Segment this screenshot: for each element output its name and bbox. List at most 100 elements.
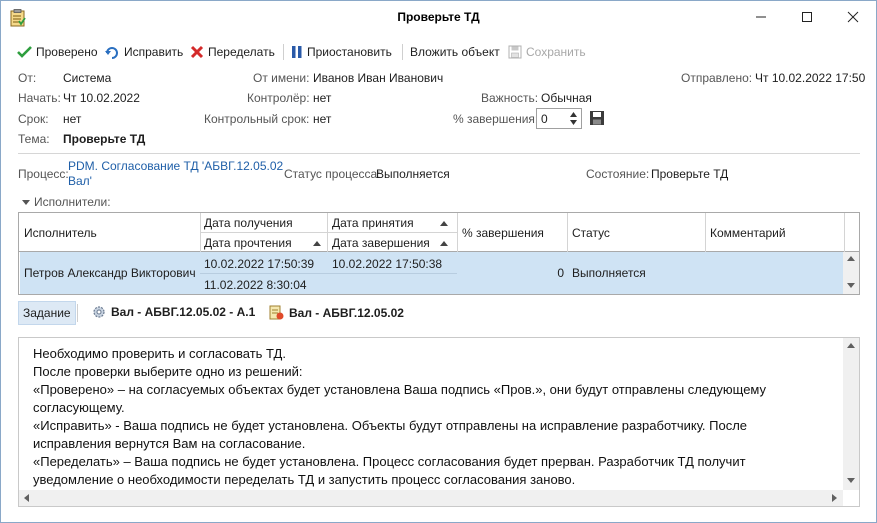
task-text-line: «Исправить» - Ваша подпись не будет уста… — [33, 418, 748, 433]
close-icon — [847, 11, 859, 23]
start-label: Начать: — [18, 91, 61, 105]
scroll-up-icon[interactable] — [847, 343, 855, 349]
process-status-label: Статус процесса: — [284, 167, 381, 181]
fix-label: Исправить — [124, 45, 184, 59]
start-value: Чт 10.02.2022 — [63, 91, 140, 105]
due-label: Срок: — [18, 112, 49, 126]
task-text-line: Необходимо проверить и согласовать ТД. — [33, 346, 286, 361]
title-bar: Проверьте ТД — [1, 1, 876, 33]
sent-label: Отправлено: — [681, 71, 753, 85]
header-received[interactable]: Дата получения — [204, 216, 293, 230]
minimize-icon — [756, 16, 766, 18]
tab-item2-label: Вал - АБВГ.12.05.02 — [289, 305, 404, 320]
task-text: Необходимо проверить и согласовать ТД. По… — [33, 345, 833, 489]
controller-value: нет — [313, 91, 332, 105]
sort-arrow-icon — [313, 241, 321, 246]
checked-button[interactable]: Проверено — [17, 42, 98, 62]
save-icon[interactable] — [589, 110, 605, 126]
from-label: От: — [18, 71, 37, 85]
importance-label: Важность: — [481, 91, 539, 105]
document-icon — [269, 305, 284, 320]
check-icon — [17, 46, 32, 58]
divider — [18, 153, 860, 154]
save-label: Сохранить — [526, 45, 586, 59]
pause-button[interactable]: Приостановить — [291, 42, 392, 62]
header-divider — [200, 232, 457, 233]
task-text-line: «Проверено» – на согласуемых объектах бу… — [33, 382, 767, 397]
sort-arrow-icon — [440, 221, 448, 226]
save-button[interactable]: Сохранить — [508, 42, 586, 62]
task-text-line: «Переделать» – Ваша подпись не будет уст… — [33, 454, 746, 469]
tab-item1[interactable]: Вал - АБВГ.12.05.02 - А.1 — [92, 305, 255, 319]
collapse-arrow-icon — [22, 200, 30, 205]
fix-button[interactable]: Исправить — [105, 42, 183, 62]
header-comment[interactable]: Комментарий — [710, 226, 786, 240]
tab-task[interactable]: Задание — [18, 301, 76, 325]
control-due-label: Контрольный срок: — [204, 112, 310, 126]
task-text-line: уведомление о необходимости переделать Т… — [33, 472, 576, 487]
tab-item1-label: Вал - АБВГ.12.05.02 - А.1 — [111, 305, 256, 319]
header-percent[interactable]: % завершения — [462, 226, 544, 240]
executors-section-label: Исполнители: — [34, 195, 111, 209]
header-completed[interactable]: Дата завершения — [332, 236, 430, 250]
controller-label: Контролёр: — [247, 91, 310, 105]
sent-value: Чт 10.02.2022 17:50 — [755, 71, 866, 85]
toolbar-separator — [283, 44, 284, 60]
executors-table: Исполнитель Дата получения Дата прочтени… — [18, 212, 860, 295]
process-state-label: Состояние: — [586, 167, 650, 181]
percent-stepper-value: 0 — [541, 112, 548, 126]
text-vertical-scrollbar[interactable] — [843, 338, 859, 490]
process-link[interactable]: PDM. Согласование ТД 'АБВГ.12.05.02 Вал' — [68, 159, 288, 189]
task-text-line: исправления вернутся Вам на согласование… — [33, 436, 306, 451]
subject-value: Проверьте ТД — [63, 132, 146, 146]
cell-read: 11.02.2022 8:30:04 — [204, 278, 307, 292]
close-button[interactable] — [830, 1, 876, 33]
header-executor[interactable]: Исполнитель — [24, 226, 97, 240]
stepper-arrows-icon[interactable] — [569, 110, 578, 127]
toolbar: Проверено Исправить Переделать Приостано… — [1, 39, 876, 65]
cell-percent: 0 — [557, 266, 564, 280]
scroll-up-icon[interactable] — [847, 256, 855, 262]
maximize-button[interactable] — [784, 1, 830, 33]
attach-label: Вложить объект — [410, 45, 500, 59]
importance-value: Обычная — [541, 91, 592, 105]
cross-icon — [190, 45, 204, 59]
pause-label: Приостановить — [307, 45, 392, 59]
process-state-value: Проверьте ТД — [651, 167, 729, 181]
task-text-line: После проверки выберите одно из решений: — [33, 364, 303, 379]
header-accepted[interactable]: Дата принятия — [332, 216, 414, 230]
task-window: Проверьте ТД Проверено Исправить Передел… — [0, 0, 877, 523]
text-horizontal-scrollbar[interactable] — [19, 490, 843, 506]
scroll-right-icon[interactable] — [832, 494, 838, 502]
pause-icon — [292, 46, 302, 58]
percent-label: % завершения: — [453, 112, 539, 126]
header-read[interactable]: Дата прочтения — [204, 236, 292, 250]
scroll-down-icon[interactable] — [847, 478, 855, 484]
subject-label: Тема: — [18, 132, 50, 146]
gear-icon — [93, 306, 105, 318]
tab-item2[interactable]: Вал - АБВГ.12.05.02 — [269, 305, 404, 320]
redo-label: Переделать — [208, 45, 275, 59]
due-value: нет — [63, 112, 82, 126]
table-scrollbar[interactable] — [843, 252, 859, 294]
cell-received: 10.02.2022 17:50:39 — [204, 257, 315, 271]
toolbar-separator — [402, 44, 403, 60]
minimize-button[interactable] — [738, 1, 784, 33]
executors-section-toggle[interactable]: Исполнители: — [22, 195, 111, 209]
behalf-value: Иванов Иван Иванович — [313, 71, 444, 85]
task-text-area[interactable]: Необходимо проверить и согласовать ТД. По… — [18, 337, 860, 507]
header-status[interactable]: Статус — [572, 226, 610, 240]
tab-separator — [77, 304, 78, 322]
task-text-line: согласующему. — [33, 400, 125, 415]
scroll-down-icon[interactable] — [847, 283, 855, 289]
save-icon — [508, 45, 522, 59]
process-label: Процесс: — [18, 167, 69, 181]
cell-status: Выполняется — [572, 266, 646, 280]
attach-button[interactable]: Вложить объект — [410, 42, 500, 62]
percent-stepper[interactable]: 0 — [536, 108, 582, 129]
redo-button[interactable]: Переделать — [190, 42, 275, 62]
cell-accepted: 10.02.2022 17:50:38 — [332, 257, 443, 271]
behalf-label: От имени: — [253, 71, 310, 85]
control-due-value: нет — [313, 112, 332, 126]
scroll-left-icon[interactable] — [24, 494, 30, 502]
